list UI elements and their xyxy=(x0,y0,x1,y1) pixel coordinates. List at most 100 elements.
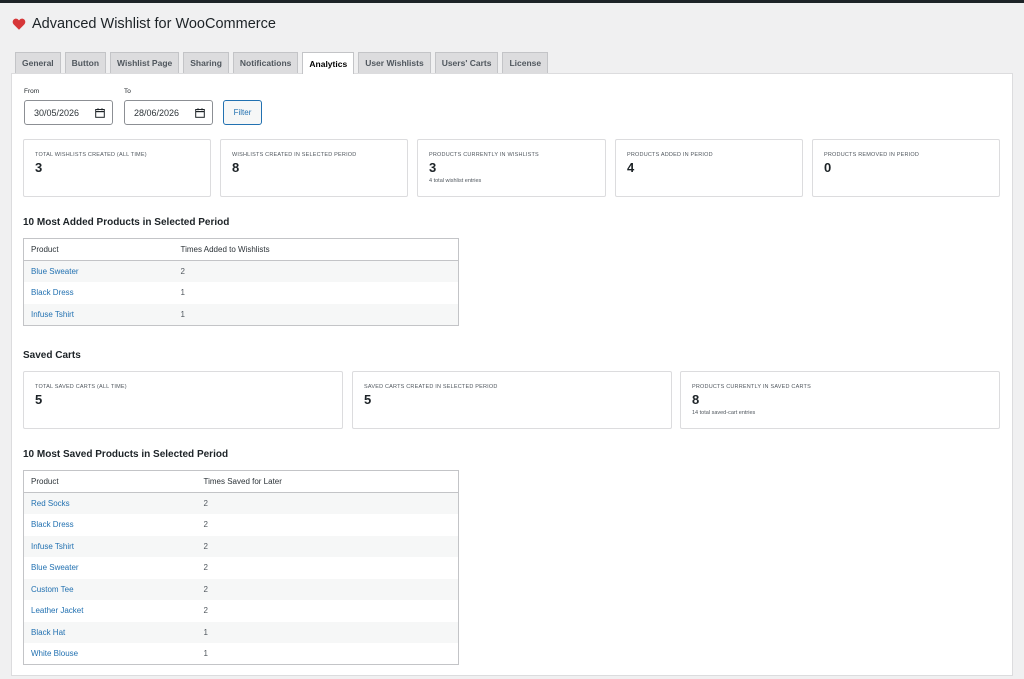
stat-value: 8 xyxy=(232,160,240,175)
most-saved-title: 10 Most Saved Products in Selected Perio… xyxy=(23,449,229,460)
heart-icon xyxy=(12,18,26,30)
product-link[interactable]: Leather Jacket xyxy=(31,606,83,615)
product-link[interactable]: Custom Tee xyxy=(31,585,74,594)
product-cell: Black Dress xyxy=(24,282,174,304)
product-cell: White Blouse xyxy=(24,643,197,665)
product-link[interactable]: Blue Sweater xyxy=(31,267,79,276)
to-date-input[interactable]: 28/06/2026 xyxy=(124,100,213,125)
product-cell: Black Dress xyxy=(24,514,197,536)
count-cell: 1 xyxy=(180,288,185,298)
most-added-title: 10 Most Added Products in Selected Perio… xyxy=(23,217,230,228)
table-row: Leather Jacket 2 xyxy=(24,600,459,622)
product-link[interactable]: Infuse Tshirt xyxy=(31,542,74,551)
stat-subtext: 14 total saved-cart entries xyxy=(692,410,756,416)
page-header: Advanced Wishlist for WooCommerce xyxy=(12,14,276,34)
analytics-panel: From 30/05/2026 To 28/06/2026 Filter TOT… xyxy=(11,73,1013,676)
stat-value: 4 xyxy=(627,160,635,175)
page-title: Advanced Wishlist for WooCommerce xyxy=(32,16,276,32)
stat-value: 5 xyxy=(35,392,43,407)
stat-label: SAVED CARTS CREATED IN SELECTED PERIOD xyxy=(364,384,498,390)
stat-card-products-removed: PRODUCTS REMOVED IN PERIOD 0 xyxy=(812,139,1000,197)
to-date-value: 28/06/2026 xyxy=(134,107,180,118)
stat-card-products-in-wishlists: PRODUCTS CURRENTLY IN WISHLISTS 3 4 tota… xyxy=(417,139,606,197)
stat-label: PRODUCTS REMOVED IN PERIOD xyxy=(824,152,920,158)
stat-card-wishlists-in-period: WISHLISTS CREATED IN SELECTED PERIOD 8 xyxy=(220,139,408,197)
product-link[interactable]: Black Dress xyxy=(31,520,74,529)
product-cell: Blue Sweater xyxy=(23,260,174,282)
stat-value: 3 xyxy=(429,160,437,175)
stat-label: PRODUCTS CURRENTLY IN WISHLISTS xyxy=(429,152,539,158)
product-cell: Red Socks xyxy=(23,492,197,514)
from-date-input[interactable]: 30/05/2026 xyxy=(24,100,113,125)
tab-button[interactable]: Button xyxy=(64,52,107,73)
column-header-times-added: Times Added to Wishlists xyxy=(173,238,459,261)
count-cell: 2 xyxy=(203,520,208,530)
calendar-icon[interactable] xyxy=(195,108,205,118)
table-row: Infuse Tshirt 2 xyxy=(23,535,459,557)
tab-notifications[interactable]: Notifications xyxy=(232,52,299,73)
saved-carts-title: Saved Carts xyxy=(23,350,81,361)
product-link[interactable]: Infuse Tshirt xyxy=(31,310,74,319)
table-header-row: Product Times Saved for Later xyxy=(23,470,459,493)
count-cell: 1 xyxy=(173,303,459,325)
tab-general[interactable]: General xyxy=(15,52,61,73)
stat-label: PRODUCTS CURRENTLY IN SAVED CARTS xyxy=(692,384,811,390)
count-cell: 2 xyxy=(196,492,459,514)
stat-subtext: 4 total wishlist entries xyxy=(429,178,482,184)
table-row: Red Socks 2 xyxy=(23,492,459,514)
stat-card-total-saved-carts: TOTAL SAVED CARTS (ALL TIME) 5 xyxy=(23,371,343,429)
product-link[interactable]: Black Hat xyxy=(31,628,65,637)
stat-label: PRODUCTS ADDED IN PERIOD xyxy=(627,152,713,158)
count-cell: 1 xyxy=(203,649,208,658)
table-header-row: Product Times Added to Wishlists xyxy=(23,238,459,261)
stat-label: WISHLISTS CREATED IN SELECTED PERIOD xyxy=(232,152,357,158)
count-cell: 2 xyxy=(203,563,208,573)
product-cell: Infuse Tshirt xyxy=(23,303,174,325)
stat-value: 8 xyxy=(692,392,700,407)
stat-card-total-wishlists: TOTAL WISHLISTS CREATED (ALL TIME) 3 xyxy=(23,139,211,197)
count-cell: 2 xyxy=(196,535,459,557)
table-row: Black Dress 2 xyxy=(24,514,459,536)
stat-value: 0 xyxy=(824,160,832,175)
stat-card-saved-carts-in-period: SAVED CARTS CREATED IN SELECTED PERIOD 5 xyxy=(352,371,672,429)
tab-wishlist-page[interactable]: Wishlist Page xyxy=(110,52,180,73)
stat-card-products-in-saved-carts: PRODUCTS CURRENTLY IN SAVED CARTS 8 14 t… xyxy=(680,371,1000,429)
calendar-icon[interactable] xyxy=(95,108,105,118)
product-cell: Blue Sweater xyxy=(24,557,197,579)
most-saved-table: Product Times Saved for Later Red Socks … xyxy=(23,470,459,665)
product-link[interactable]: Black Dress xyxy=(31,288,74,297)
column-header-product: Product xyxy=(23,238,174,261)
stat-label: TOTAL WISHLISTS CREATED (ALL TIME) xyxy=(35,152,147,158)
count-cell: 2 xyxy=(196,578,459,600)
table-row: Black Hat 1 xyxy=(23,621,459,643)
product-cell: Custom Tee xyxy=(23,578,197,600)
stat-value: 5 xyxy=(364,392,372,407)
tab-analytics[interactable]: Analytics xyxy=(302,52,355,74)
admin-top-bar xyxy=(0,0,1024,3)
product-cell: Infuse Tshirt xyxy=(23,535,197,557)
product-link[interactable]: Red Socks xyxy=(31,499,70,508)
stat-label: TOTAL SAVED CARTS (ALL TIME) xyxy=(35,384,127,390)
table-row: Blue Sweater 2 xyxy=(24,557,459,579)
tab-license[interactable]: License xyxy=(502,52,549,73)
product-link[interactable]: Blue Sweater xyxy=(31,563,79,572)
filter-button[interactable]: Filter xyxy=(223,100,262,125)
product-link[interactable]: White Blouse xyxy=(31,649,78,658)
table-row: White Blouse 1 xyxy=(24,643,459,665)
most-added-table: Product Times Added to Wishlists Blue Sw… xyxy=(23,238,459,326)
stat-value: 3 xyxy=(35,160,43,175)
tab-sharing[interactable]: Sharing xyxy=(183,52,229,73)
to-label: To xyxy=(124,88,131,95)
table-row: Blue Sweater 2 xyxy=(23,260,459,282)
from-date-value: 30/05/2026 xyxy=(34,107,80,118)
tab-users-carts[interactable]: Users' Carts xyxy=(434,52,499,73)
table-row: Custom Tee 2 xyxy=(23,578,459,600)
stat-card-products-added: PRODUCTS ADDED IN PERIOD 4 xyxy=(615,139,803,197)
from-label: From xyxy=(24,88,40,95)
count-cell: 2 xyxy=(173,260,459,282)
table-row: Infuse Tshirt 1 xyxy=(23,303,459,325)
count-cell: 2 xyxy=(203,606,208,616)
column-header-times-saved: Times Saved for Later xyxy=(196,470,459,493)
product-cell: Black Hat xyxy=(23,621,197,643)
tab-user-wishlists[interactable]: User Wishlists xyxy=(358,52,431,73)
